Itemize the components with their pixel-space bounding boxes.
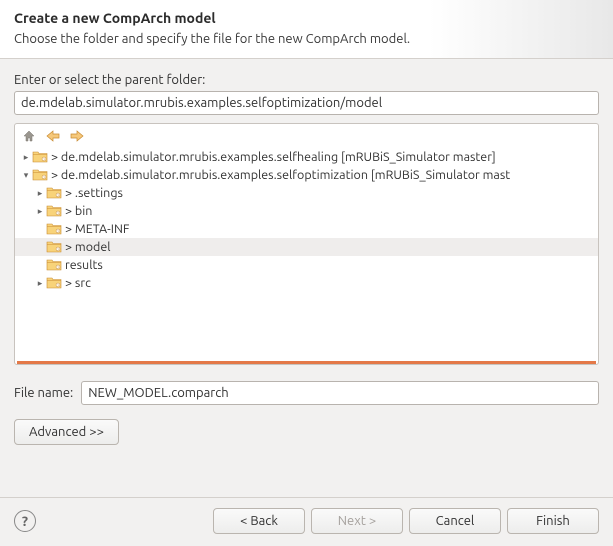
page-subtitle: Choose the folder and specify the file f…: [14, 32, 599, 46]
tree-item-label: > bin: [65, 204, 92, 218]
back-arrow-icon[interactable]: [45, 128, 61, 144]
folder-icon: ?: [32, 168, 48, 182]
home-icon[interactable]: [21, 128, 37, 144]
tree-body: ▸?> de.mdelab.simulator.mrubis.examples.…: [15, 148, 598, 296]
tree-item-label: > de.mdelab.simulator.mrubis.examples.se…: [51, 150, 496, 164]
expander-icon[interactable]: ▸: [35, 188, 45, 199]
tree-row[interactable]: ?results: [15, 256, 598, 274]
parent-folder-label: Enter or select the parent folder:: [14, 73, 599, 87]
tree-row[interactable]: ▸?> de.mdelab.simulator.mrubis.examples.…: [15, 148, 598, 166]
cancel-button[interactable]: Cancel: [409, 508, 501, 534]
expander-icon[interactable]: ▸: [21, 152, 31, 163]
tree-row[interactable]: ?> model: [15, 238, 598, 256]
tree-row[interactable]: ▸?> .settings: [15, 184, 598, 202]
folder-icon: ?: [46, 258, 62, 272]
forward-arrow-icon[interactable]: [69, 128, 85, 144]
tree-item-label: results: [65, 258, 103, 272]
scroll-indicator: [17, 361, 596, 364]
tree-item-label: > META-INF: [65, 222, 130, 236]
folder-icon: ?: [46, 240, 62, 254]
expander-icon[interactable]: ▾: [21, 170, 31, 181]
tree-item-label: > de.mdelab.simulator.mrubis.examples.se…: [51, 168, 510, 182]
tree-item-label: > model: [65, 240, 111, 254]
next-button: Next >: [311, 508, 403, 534]
tree-row[interactable]: ▸?> src: [15, 274, 598, 292]
folder-icon: ?: [32, 150, 48, 164]
tree-row[interactable]: ▸?> bin: [15, 202, 598, 220]
wizard-footer: ? < Back Next > Cancel Finish: [0, 497, 613, 546]
page-title: Create a new CompArch model: [14, 10, 599, 26]
wizard-header: Create a new CompArch model Choose the f…: [0, 0, 613, 59]
folder-icon: ?: [46, 222, 62, 236]
folder-tree[interactable]: ▸?> de.mdelab.simulator.mrubis.examples.…: [14, 123, 599, 365]
back-button[interactable]: < Back: [213, 508, 305, 534]
filename-row: File name:: [14, 381, 599, 405]
filename-input[interactable]: [81, 381, 599, 405]
expander-icon[interactable]: ▸: [35, 206, 45, 217]
finish-button[interactable]: Finish: [507, 508, 599, 534]
tree-row[interactable]: ?> META-INF: [15, 220, 598, 238]
parent-folder-input[interactable]: [14, 91, 599, 115]
advanced-row: Advanced >>: [14, 419, 599, 445]
tree-row[interactable]: ▾?> de.mdelab.simulator.mrubis.examples.…: [15, 166, 598, 184]
tree-toolbar: [15, 124, 598, 148]
folder-icon: ?: [46, 276, 62, 290]
tree-item-label: > .settings: [65, 186, 123, 200]
advanced-button[interactable]: Advanced >>: [14, 419, 119, 445]
tree-item-label: > src: [65, 276, 91, 290]
filename-label: File name:: [14, 386, 73, 400]
folder-icon: ?: [46, 186, 62, 200]
footer-buttons: < Back Next > Cancel Finish: [213, 508, 599, 534]
wizard-content: Enter or select the parent folder: ▸?> d…: [0, 59, 613, 455]
folder-icon: ?: [46, 204, 62, 218]
help-icon[interactable]: ?: [14, 510, 36, 532]
expander-icon[interactable]: ▸: [35, 278, 45, 289]
